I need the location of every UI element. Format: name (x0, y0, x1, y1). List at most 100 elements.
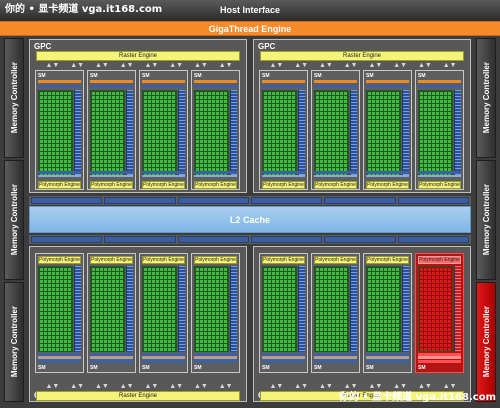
warp-scheduler (262, 360, 305, 363)
gpc-2: GPC Raster Engine ▲▼ ▲▼ ▲▼ ▲▼ ▲▼ ▲▼ ▲▼ ▲▼ Polymorp… (253, 39, 471, 193)
l2-interconnect-top (29, 196, 471, 205)
instruction-cache (38, 80, 81, 83)
instruction-cache (366, 80, 409, 83)
arrow-pair-icon: ▲▼ (45, 62, 60, 69)
instruction-cache (194, 80, 237, 83)
polymorph-engine: Polymorph Engine (262, 181, 305, 189)
shared-memory-cache (262, 357, 305, 359)
sfu-ldst-units (454, 90, 461, 177)
interconnect-bar (142, 353, 185, 356)
shared-memory-cache (366, 175, 409, 177)
shared-memory-cache (366, 357, 409, 359)
streaming-multiprocessor: Polymorph Engine SM (363, 70, 412, 190)
warp-scheduler (418, 360, 461, 363)
interconnect-bar (142, 171, 185, 174)
warp-scheduler (142, 360, 185, 363)
warp-scheduler (194, 85, 237, 88)
interconnect-bar (38, 353, 81, 356)
sfu-ldst-units (178, 90, 185, 177)
arrow-pair-icon: ▲▼ (294, 62, 309, 69)
interconnect-bar (418, 353, 461, 356)
arrow-pair-icon: ▲▼ (417, 62, 432, 69)
warp-scheduler (314, 360, 357, 363)
polymorph-engine: Polymorph Engine (262, 256, 305, 264)
arrow-pair-icon: ▲▼ (144, 383, 159, 390)
arrow-pair-icon: ▲▼ (169, 383, 184, 390)
polymorph-engine: Polymorph Engine (90, 181, 133, 189)
streaming-multiprocessor: Polymorph Engine SM (35, 253, 84, 373)
warp-scheduler (38, 360, 81, 363)
polymorph-engine: Polymorph Engine (194, 256, 237, 264)
raster-engine: Raster Engine (36, 391, 240, 401)
streaming-multiprocessor: Polymorph Engine SM (191, 70, 240, 190)
streaming-multiprocessor: Polymorph Engine SM (311, 253, 360, 373)
shared-memory-cache (194, 175, 237, 177)
arrow-pair-icon: ▲▼ (193, 383, 208, 390)
arrow-pair-icon: ▲▼ (343, 62, 358, 69)
cuda-cores-grid (142, 90, 177, 177)
shared-memory-cache (194, 357, 237, 359)
shared-memory-cache (418, 175, 461, 177)
raster-engine: Raster Engine (260, 51, 464, 61)
warp-scheduler (314, 85, 357, 88)
cuda-cores-grid (38, 90, 73, 177)
gpu-block-diagram: Host Interface 你的 • 显卡频道 vga.it168.com G… (0, 0, 500, 408)
sm-label: SM (194, 365, 202, 371)
l2-cache: L2 Cache (29, 206, 471, 233)
sm-label: SM (314, 73, 322, 79)
raster-engine: Raster Engine (36, 51, 240, 61)
gpc-label: GPC (258, 42, 276, 51)
memory-controller-left-1: Memory Controller (4, 38, 24, 158)
sfu-ldst-units (350, 90, 357, 177)
arrow-pair-icon: ▲▼ (343, 383, 358, 390)
interconnect-bar (366, 353, 409, 356)
data-arrows: ▲▼ ▲▼ ▲▼ ▲▼ ▲▼ ▲▼ ▲▼ ▲▼ (40, 62, 238, 69)
memory-controller-right-1: Memory Controller (476, 38, 496, 158)
streaming-multiprocessor: Polymorph Engine SM (139, 70, 188, 190)
gpc-3: GPCRaster Engine▲▼▲▼▲▼▲▼▲▼▲▼▲▼▲▼Polymorp… (29, 246, 247, 402)
cuda-cores-grid (418, 266, 453, 352)
polymorph-engine: Polymorph Engine (366, 256, 409, 264)
polymorph-engine: Polymorph Engine (194, 181, 237, 189)
arrow-pair-icon: ▲▼ (368, 62, 383, 69)
sfu-ldst-units (298, 90, 305, 177)
instruction-cache (262, 80, 305, 83)
shared-memory-cache (38, 175, 81, 177)
sfu-ldst-units (230, 90, 237, 177)
streaming-multiprocessor: Polymorph Engine SM (87, 253, 136, 373)
sm-label: SM (142, 73, 150, 79)
arrow-pair-icon: ▲▼ (218, 383, 233, 390)
shared-memory-cache (262, 175, 305, 177)
arrow-pair-icon: ▲▼ (417, 383, 432, 390)
sm-label: SM (194, 73, 202, 79)
arrow-pair-icon: ▲▼ (193, 62, 208, 69)
arrow-pair-icon: ▲▼ (368, 383, 383, 390)
sfu-ldst-units (74, 90, 81, 177)
sm-label: SM (142, 365, 150, 371)
arrow-pair-icon: ▲▼ (119, 383, 134, 390)
sfu-ldst-units (126, 90, 133, 177)
arrow-pair-icon: ▲▼ (294, 383, 309, 390)
instruction-cache (142, 80, 185, 83)
streaming-multiprocessor: Polymorph Engine SM (87, 70, 136, 190)
interconnect-bar (262, 171, 305, 174)
l2-interconnect-bottom (29, 235, 471, 244)
warp-scheduler (418, 85, 461, 88)
interconnect-bar (38, 171, 81, 174)
interconnect-bar (90, 353, 133, 356)
shared-memory-cache (314, 357, 357, 359)
warp-scheduler (194, 360, 237, 363)
streaming-multiprocessor: Polymorph Engine SM (363, 253, 412, 373)
interconnect-bar (262, 353, 305, 356)
interconnect-bar (314, 171, 357, 174)
memory-controller-left-3: Memory Controller (4, 282, 24, 402)
sm-label: SM (90, 365, 98, 371)
data-arrows: ▲▼ ▲▼ ▲▼ ▲▼ ▲▼ ▲▼ ▲▼ ▲▼ (264, 383, 462, 390)
instruction-cache (418, 80, 461, 83)
cuda-cores-grid (142, 266, 177, 352)
streaming-multiprocessor-highlighted: Polymorph Engine SM (415, 253, 464, 373)
cuda-cores-grid (418, 90, 453, 177)
gpc-label: GPC (34, 42, 52, 51)
watermark-top: 你的 • 显卡频道 vga.it168.com (5, 4, 163, 15)
arrow-pair-icon: ▲▼ (45, 383, 60, 390)
